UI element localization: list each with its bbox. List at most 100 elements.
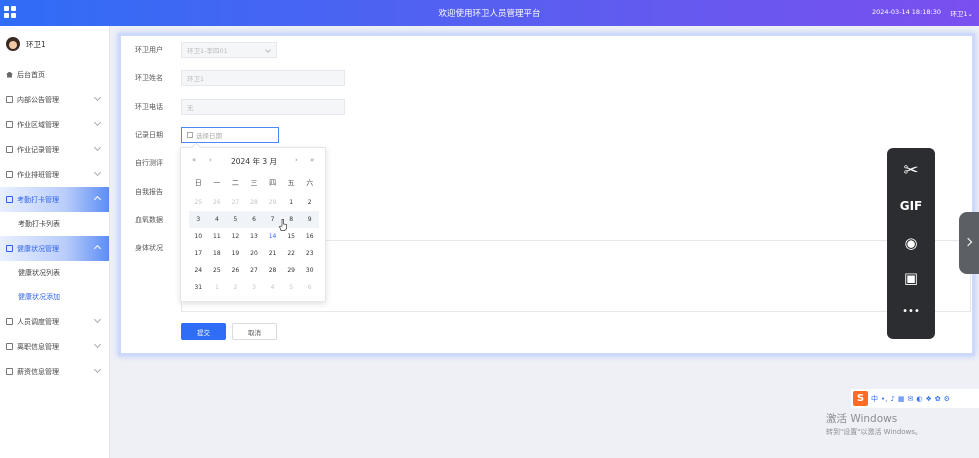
day-cell[interactable]: 5 — [226, 211, 245, 228]
name-field[interactable]: 环卫1 — [181, 70, 345, 86]
sidebar-item-schedule[interactable]: 作业排班管理 — [0, 162, 109, 187]
header-datetime: 2024-03-14 18:18:30 — [871, 8, 941, 16]
day-cell[interactable]: 12 — [226, 228, 245, 245]
sidebar-item-label: 离职信息管理 — [17, 342, 59, 351]
phone-field[interactable]: 无 — [181, 99, 345, 115]
document-icon — [6, 146, 13, 153]
ime-mail-icon[interactable]: ✉ — [907, 395, 913, 403]
sogou-logo-icon[interactable]: S — [853, 391, 868, 406]
form-label-name: 环卫姓名 — [135, 74, 163, 82]
day-cell[interactable]: 28 — [245, 194, 264, 211]
day-cell[interactable]: 19 — [226, 245, 245, 262]
sidebar-item-health[interactable]: 健康状况管理 — [0, 236, 109, 261]
day-cell[interactable]: 3 — [189, 211, 208, 228]
day-cell[interactable]: 16 — [300, 228, 319, 245]
day-cell[interactable]: 27 — [226, 194, 245, 211]
chevron-down-icon — [93, 118, 102, 127]
day-cell[interactable]: 13 — [245, 228, 264, 245]
chevron-down-icon — [93, 168, 102, 177]
scissors-icon[interactable]: ✂ — [887, 160, 935, 181]
day-cell[interactable]: 23 — [300, 245, 319, 262]
day-cell[interactable]: 18 — [208, 245, 227, 262]
ime-tools-icon[interactable]: ❖ — [925, 395, 931, 403]
day-cell[interactable]: 21 — [263, 245, 282, 262]
day-cell[interactable]: 26 — [226, 262, 245, 279]
day-cell[interactable]: 3 — [245, 279, 264, 296]
ime-skin-icon[interactable]: ◐ — [916, 395, 922, 403]
sidebar-item-resign[interactable]: 离职信息管理 — [0, 334, 109, 359]
sidebar-subitem-health-list[interactable]: 健康状况列表 — [0, 261, 109, 285]
form-label-6: 自我报告 — [135, 188, 163, 196]
record-icon[interactable]: ◉ — [887, 234, 935, 252]
form-row-7: 血氧数据 — [135, 215, 181, 225]
chevron-down-icon — [93, 340, 102, 349]
sidebar-item-salary[interactable]: 薪资信息管理 — [0, 359, 109, 384]
sidebar-item-attendance[interactable]: 考勤打卡管理 — [0, 187, 109, 212]
ime-mic-icon[interactable]: ♪ — [890, 395, 894, 403]
sidebar-item-dispatch[interactable]: 人员调度管理 — [0, 309, 109, 334]
ime-lang-toggle[interactable]: 中 — [871, 394, 878, 404]
side-expand-tab[interactable] — [959, 212, 979, 274]
day-cell[interactable]: 2 — [226, 279, 245, 296]
ime-flower-icon[interactable]: ✿ — [935, 395, 941, 403]
document-icon — [6, 121, 13, 128]
next-year-icon[interactable]: » — [310, 156, 314, 164]
day-cell[interactable]: 6 — [244, 211, 264, 228]
ime-keyboard-icon[interactable]: ▦ — [898, 395, 905, 403]
day-cell[interactable]: 6 — [300, 279, 319, 296]
weekday-label: 四 — [269, 179, 277, 187]
day-cell[interactable]: 29 — [282, 262, 301, 279]
weekday-header: 日一二三四五六 — [189, 178, 319, 188]
weekday-label: 五 — [287, 179, 295, 187]
form-label-date: 记录日期 — [135, 131, 163, 139]
home-icon — [6, 71, 13, 78]
ime-settings-icon[interactable]: ⚙ — [944, 395, 950, 403]
day-cell[interactable]: 11 — [208, 228, 227, 245]
day-cell[interactable]: 1 — [208, 279, 227, 296]
day-cell[interactable]: 29 — [263, 194, 282, 211]
form-label-5: 自行测评 — [135, 159, 163, 167]
gif-icon[interactable]: GIF — [887, 199, 935, 213]
day-cell[interactable]: 22 — [282, 245, 301, 262]
submit-button[interactable]: 提交 — [181, 323, 226, 340]
next-month-icon[interactable]: › — [295, 156, 298, 164]
day-cell[interactable]: 9 — [300, 211, 319, 228]
sidebar-item-notice[interactable]: 内部公告管理 — [0, 87, 109, 112]
sidebar-item-area[interactable]: 作业区域管理 — [0, 112, 109, 137]
screenshot-icon[interactable]: ▣ — [887, 269, 935, 287]
header-user-menu[interactable]: 环卫1⌄ — [950, 8, 973, 18]
day-cell[interactable]: 25 — [208, 262, 227, 279]
chevron-down-icon: ⌄ — [967, 10, 973, 18]
user-select[interactable]: 环卫1-李四01 — [181, 42, 277, 58]
ime-punct-icon[interactable]: •, — [881, 395, 887, 403]
more-icon[interactable]: ••• — [887, 306, 935, 317]
day-cell[interactable]: 5 — [282, 279, 301, 296]
day-cell[interactable]: 25 — [189, 194, 208, 211]
day-cell[interactable]: 24 — [189, 262, 208, 279]
chevron-down-icon — [93, 93, 102, 102]
day-cell[interactable]: 30 — [300, 262, 319, 279]
day-cell[interactable]: 4 — [263, 279, 282, 296]
cancel-button[interactable]: 取消 — [232, 323, 277, 340]
chevron-up-icon — [93, 195, 102, 204]
day-cell[interactable]: 31 — [189, 279, 208, 296]
ime-toolbar: S 中 •, ♪ ▦ ✉ ◐ ❖ ✿ ⚙ — [851, 389, 979, 408]
day-cell[interactable]: 27 — [245, 262, 264, 279]
day-cell[interactable]: 4 — [207, 211, 227, 228]
sidebar-item-home[interactable]: 后台首页 — [0, 62, 109, 87]
form-label-phone: 环卫电话 — [135, 103, 163, 111]
day-cell[interactable]: 17 — [189, 245, 208, 262]
sidebar-subitem-attendance-list[interactable]: 考勤打卡列表 — [0, 212, 109, 236]
day-cell[interactable]: 1 — [282, 194, 301, 211]
date-picker-input[interactable]: 选择日期 — [181, 127, 279, 143]
form-label-user: 环卫用户 — [135, 46, 163, 54]
day-cell[interactable]: 26 — [208, 194, 227, 211]
day-cell[interactable]: 2 — [300, 194, 319, 211]
page-title: 欢迎使用环卫人员管理平台 — [438, 9, 541, 19]
day-cell[interactable]: 28 — [263, 262, 282, 279]
sidebar-subitem-health-add[interactable]: 健康状况添加 — [0, 285, 109, 309]
day-cell[interactable]: 20 — [245, 245, 264, 262]
sidebar-item-records[interactable]: 作业记录管理 — [0, 137, 109, 162]
chevron-down-icon — [93, 365, 102, 374]
day-cell[interactable]: 10 — [189, 228, 208, 245]
